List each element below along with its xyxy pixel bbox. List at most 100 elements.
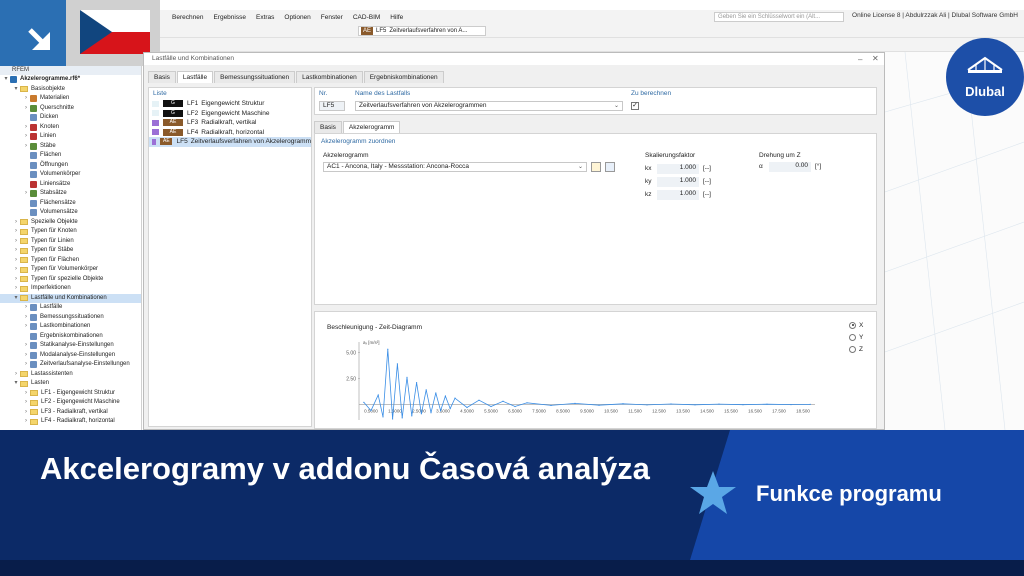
nav-item[interactable]: › LF3 - Radialkraft, vertikal — [0, 408, 141, 418]
nav-item[interactable]: › Typen für Volumenkörper — [0, 265, 141, 275]
chevron-right-icon[interactable]: › — [12, 265, 20, 275]
nav-item[interactable]: › Materialien — [0, 94, 141, 104]
nav-item[interactable]: › Lastfälle — [0, 303, 141, 313]
chevron-right-icon[interactable]: › — [12, 227, 20, 237]
chevron-down-icon[interactable]: ⌄ — [578, 163, 583, 171]
chevron-right-icon[interactable]: › — [12, 370, 20, 380]
nav-item[interactable]: › Zeitverlaufsanalyse-Einstellungen — [0, 360, 141, 370]
radio-z[interactable]: Z — [849, 344, 863, 356]
no-field[interactable]: LF5 — [319, 101, 345, 111]
nav-item[interactable]: Ergebniskombinationen — [0, 332, 141, 342]
chevron-down-icon[interactable]: ▾ — [12, 85, 20, 95]
chevron-right-icon[interactable]: › — [22, 104, 30, 114]
edit-accel-icon[interactable] — [605, 162, 615, 172]
nav-item[interactable]: › LF4 - Radialkraft, horizontal — [0, 417, 141, 427]
chevron-down-icon[interactable]: ▾ — [2, 75, 10, 85]
nav-item[interactable]: › Modalanalyse-Einstellungen — [0, 351, 141, 361]
list-item[interactable]: G LF1 Eigengewicht Struktur — [149, 99, 311, 109]
menu-item[interactable]: Berechnen — [172, 14, 203, 21]
calc-checkbox[interactable]: ✓ — [631, 102, 639, 110]
radio-button[interactable] — [849, 345, 856, 353]
subtab-akzelerogramm[interactable]: Akzelerogramm — [342, 121, 401, 133]
nav-item[interactable]: › Stabsätze — [0, 189, 141, 199]
list-item[interactable]: AE LF5 Zeitverlaufsverfahren von Akzelerog… — [149, 137, 311, 147]
chevron-right-icon[interactable]: › — [22, 341, 30, 351]
chevron-right-icon[interactable]: › — [22, 123, 30, 133]
chevron-down-icon[interactable]: ▾ — [12, 379, 20, 389]
list-item[interactable]: AE LF3 Radialkraft, vertikal — [149, 118, 311, 128]
list-item[interactable]: AE LF4 Radialkraft, horizontal — [149, 128, 311, 138]
nav-item[interactable]: Liniensätze — [0, 180, 141, 190]
chevron-right-icon[interactable]: › — [22, 417, 30, 427]
list-item[interactable]: G LF2 Eigengewicht Maschine — [149, 109, 311, 119]
minimize-icon[interactable]: – — [858, 55, 862, 64]
nav-item[interactable]: › Bemessungssituationen — [0, 313, 141, 323]
chevron-right-icon[interactable]: › — [22, 351, 30, 361]
nav-item[interactable]: › Stäbe — [0, 142, 141, 152]
nav-item[interactable]: › Querschnitte — [0, 104, 141, 114]
chevron-right-icon[interactable]: › — [12, 284, 20, 294]
chevron-right-icon[interactable]: › — [12, 275, 20, 285]
menu-item[interactable]: CAD-BIM — [353, 14, 380, 21]
nav-item[interactable]: ▾ Akzelerogramme.rf6* — [0, 75, 141, 85]
menu-item[interactable]: Optionen — [284, 14, 310, 21]
load-case-selector[interactable]: AE LF5 Zeitverlaufsverfahren von A... — [358, 26, 486, 36]
nav-item[interactable]: › Typen für Stäbe — [0, 246, 141, 256]
scale-field[interactable]: 1.000 — [657, 189, 699, 200]
chevron-right-icon[interactable]: › — [22, 303, 30, 313]
scale-field[interactable]: 1.000 — [657, 176, 699, 187]
dialog-tab[interactable]: Basis — [148, 71, 176, 83]
chevron-right-icon[interactable]: › — [22, 360, 30, 370]
chevron-right-icon[interactable]: › — [12, 246, 20, 256]
dialog-tab[interactable]: Lastkombinationen — [296, 71, 363, 83]
dialog-tab[interactable]: Lastfälle — [176, 71, 214, 83]
chevron-right-icon[interactable]: › — [22, 313, 30, 323]
chevron-right-icon[interactable]: › — [12, 237, 20, 247]
nav-item[interactable]: › Spezielle Objekte — [0, 218, 141, 228]
nav-item[interactable]: › Lastkombinationen — [0, 322, 141, 332]
nav-item[interactable]: ▾ Lasten — [0, 379, 141, 389]
chevron-right-icon[interactable]: › — [22, 322, 30, 332]
nav-item[interactable]: › Statikanalyse-Einstellungen — [0, 341, 141, 351]
nav-item[interactable]: Öffnungen — [0, 161, 141, 171]
chevron-right-icon[interactable]: › — [22, 94, 30, 104]
menu-item[interactable]: Extras — [256, 14, 274, 21]
chevron-right-icon[interactable]: › — [22, 408, 30, 418]
menu-item[interactable]: Fenster — [321, 14, 343, 21]
chevron-down-icon[interactable]: ▾ — [12, 294, 20, 304]
dialog-tab[interactable]: Bemessungssituationen — [214, 71, 296, 83]
nav-item[interactable]: › LF1 - Eigengewicht Struktur — [0, 389, 141, 399]
nav-item[interactable]: Volumensätze — [0, 208, 141, 218]
chevron-right-icon[interactable]: › — [22, 398, 30, 408]
radio-x[interactable]: X — [849, 320, 863, 332]
nav-item[interactable]: › Typen für Linien — [0, 237, 141, 247]
dialog-tab[interactable]: Ergebniskombinationen — [363, 71, 444, 83]
nav-item[interactable]: Dicken — [0, 113, 141, 123]
rot-field[interactable]: 0.00 — [769, 162, 811, 172]
menu-item[interactable]: Hilfe — [390, 14, 403, 21]
nav-item[interactable]: Flächen — [0, 151, 141, 161]
chevron-right-icon[interactable]: › — [22, 132, 30, 142]
nav-item[interactable]: › Knoten — [0, 123, 141, 133]
search-input[interactable]: Geben Sie ein Schlüsselwort ein (Alt... — [714, 12, 845, 22]
nav-item[interactable]: › Imperfektionen — [0, 284, 141, 294]
scale-field[interactable]: 1.000 — [657, 163, 699, 174]
name-field[interactable]: Zeitverlaufsverfahren von Akzelerogramme… — [355, 101, 623, 111]
radio-y[interactable]: Y — [849, 332, 863, 344]
radio-button[interactable] — [849, 333, 856, 341]
menu-item[interactable]: Ergebnisse — [213, 14, 246, 21]
chevron-right-icon[interactable]: › — [22, 189, 30, 199]
subtab-basis[interactable]: Basis — [314, 121, 342, 133]
radio-button[interactable] — [849, 321, 856, 329]
chevron-down-icon[interactable]: ⌄ — [614, 102, 619, 110]
nav-item[interactable]: › Lastassistenten — [0, 370, 141, 380]
new-accel-icon[interactable] — [591, 162, 601, 172]
nav-item[interactable]: Flächensätze — [0, 199, 141, 209]
nav-item[interactable]: ▾ Basisobjekte — [0, 85, 141, 95]
chevron-right-icon[interactable]: › — [12, 218, 20, 228]
close-icon[interactable]: ✕ — [872, 54, 879, 63]
nav-item[interactable]: › LF2 - Eigengewicht Maschine — [0, 398, 141, 408]
nav-item[interactable]: Volumenkörper — [0, 170, 141, 180]
nav-item[interactable]: › Typen für Flächen — [0, 256, 141, 266]
nav-item[interactable]: ▾ Lastfälle und Kombinationen — [0, 293, 141, 304]
